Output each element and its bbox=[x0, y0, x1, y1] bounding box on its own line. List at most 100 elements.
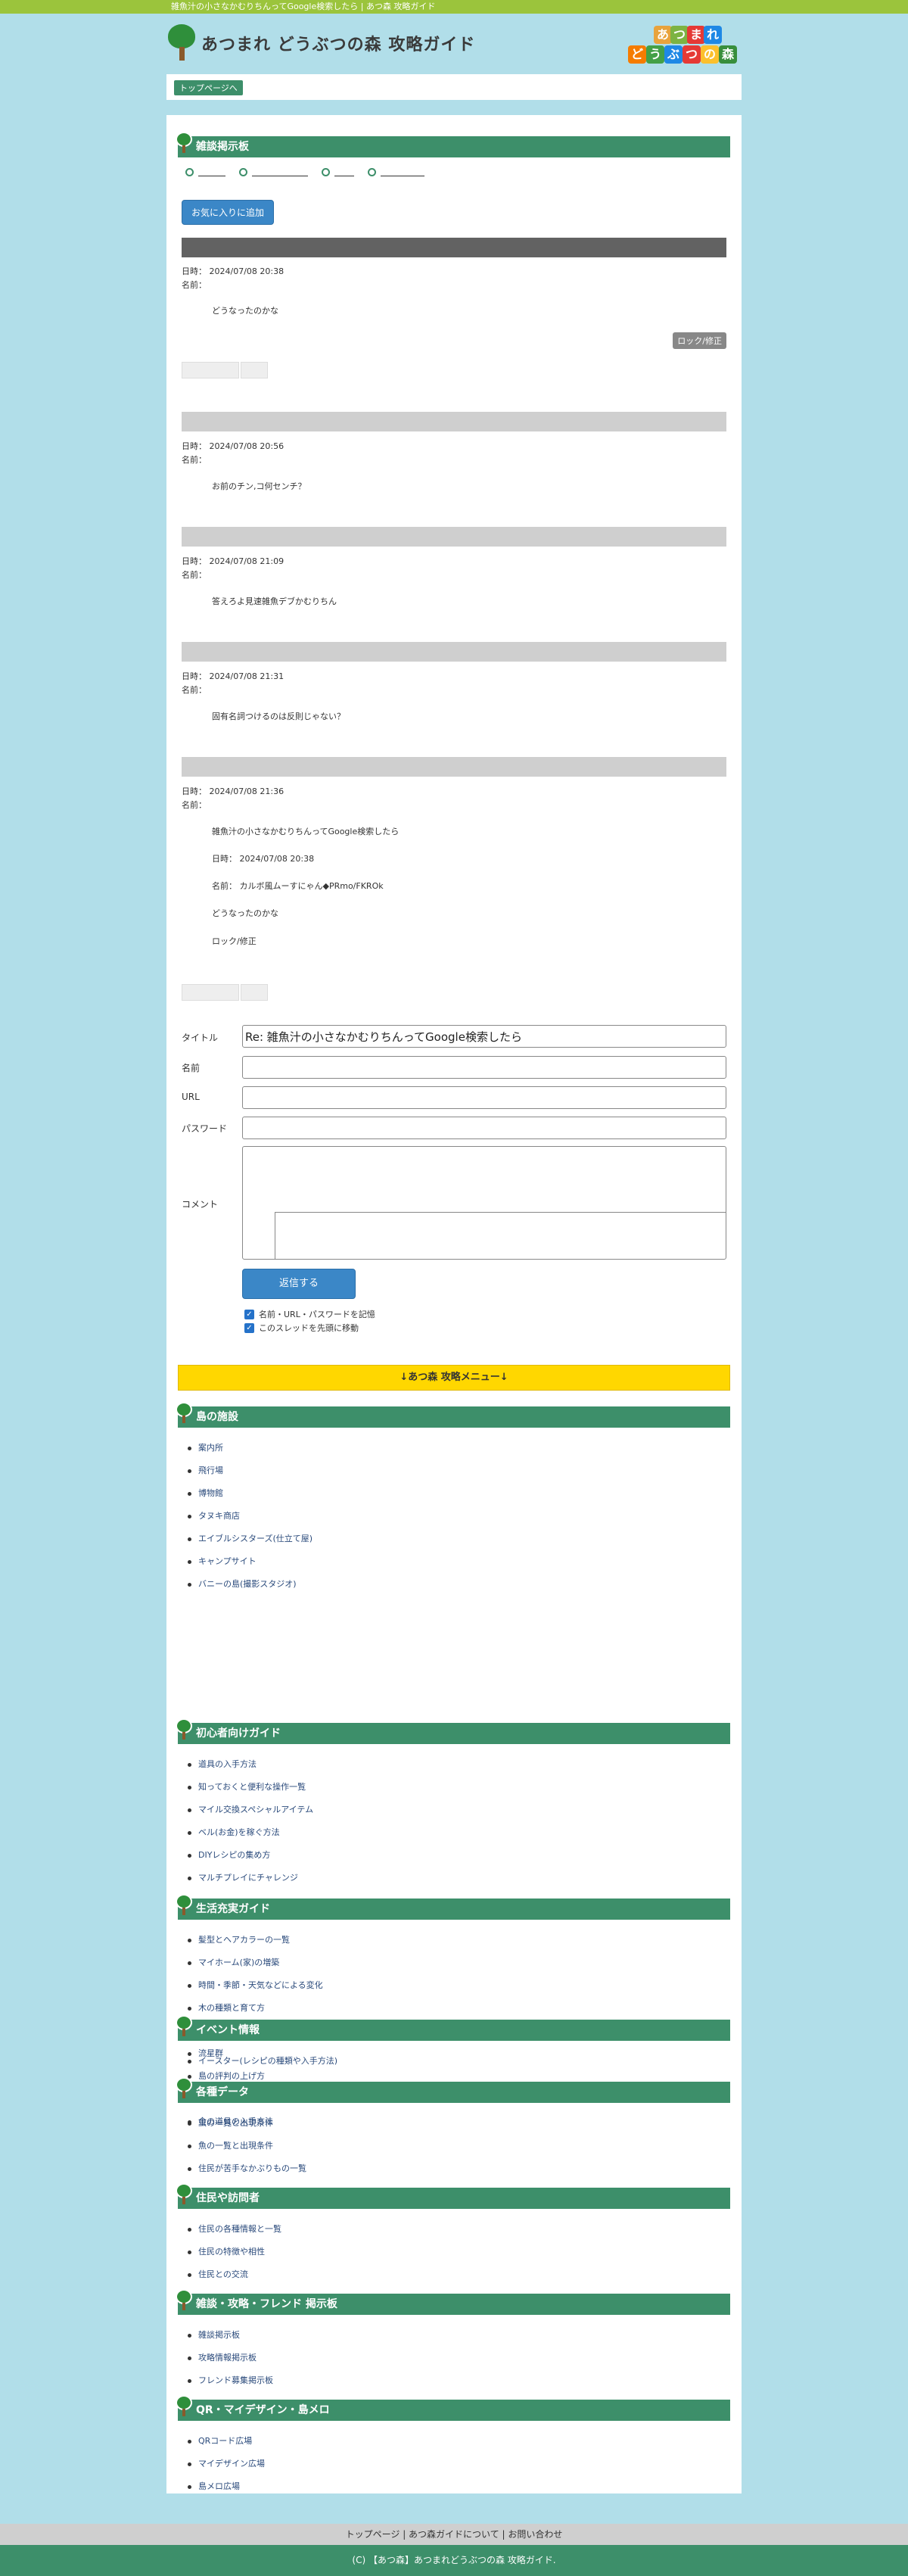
post-body: お前のチン,コ何センチ？ bbox=[212, 481, 306, 491]
title-input[interactable]: Re: 雑魚汁の小さなかむりちんってGoogle検索したら bbox=[242, 1025, 726, 1048]
nav-item[interactable]: 島メロ広場 bbox=[188, 2475, 265, 2498]
nav-section-title: 生活充実ガイド bbox=[196, 1903, 270, 1915]
nav-item-label: 知っておくと便利な操作一覧 bbox=[198, 1782, 306, 1792]
post-header-bar bbox=[182, 757, 726, 777]
nav-item-label: 時間・季節・天気などによる変化 bbox=[198, 1980, 323, 1990]
submit-button[interactable]: 返信する bbox=[242, 1269, 356, 1299]
post-name: 名前： bbox=[182, 685, 207, 695]
nav-item[interactable]: エイブルシスターズ(仕立て屋) bbox=[188, 1528, 313, 1550]
nav-item[interactable]: 攻略情報掲示板 bbox=[188, 2347, 273, 2369]
bullet-icon bbox=[188, 1938, 191, 1942]
nav-item[interactable]: 魚の一覧と出現条件 bbox=[188, 2135, 306, 2157]
nav-item[interactable]: タヌキ商店 bbox=[188, 1505, 313, 1528]
nav-item[interactable]: 飛行場 bbox=[188, 1459, 313, 1482]
url-input[interactable] bbox=[242, 1086, 726, 1109]
bullet-icon bbox=[188, 2356, 191, 2360]
comment-textarea[interactable] bbox=[242, 1146, 726, 1260]
quoted-lock: ロック/修正 bbox=[212, 936, 257, 946]
pager-button[interactable] bbox=[241, 362, 268, 378]
nav-item-label: イースター(レシピの種類や入手方法) bbox=[198, 2056, 338, 2066]
nav-item[interactable]: マイル交換スペシャルアイテム bbox=[188, 1799, 313, 1821]
site-header: あつまれ どうぶつの森 攻略ガイド あつまれどうぶつの森 bbox=[166, 17, 742, 70]
bullet-icon bbox=[188, 1491, 191, 1496]
tree-icon bbox=[175, 2395, 193, 2418]
top-bar-title: 雑魚汁の小さなかむりちんってGoogle検索したら | あつ森 攻略ガイド bbox=[171, 2, 436, 11]
nav-item[interactable]: 木の種類と育て方 bbox=[188, 1997, 331, 2020]
nav-item-label: マイル交換スペシャルアイテム bbox=[198, 1805, 314, 1814]
check-icon: ✓ bbox=[244, 1322, 254, 1333]
nav-item-label: マルチプレイにチャレンジ bbox=[198, 1873, 298, 1883]
site-logo[interactable]: あつまれ どうぶつの森 攻略ガイド bbox=[166, 24, 475, 62]
nav-item-label: 飛行場 bbox=[198, 1466, 223, 1475]
nav-item-label: マイデザイン広場 bbox=[198, 2459, 265, 2469]
nav-item[interactable]: イースター(レシピの種類や入手方法) bbox=[188, 2050, 337, 2073]
breadcrumb-top-link[interactable]: トップページへ bbox=[174, 80, 243, 95]
nav-item-label: 住民の各種情報と一覧 bbox=[198, 2224, 281, 2234]
nav-item[interactable]: ベル(お金)を稼ぐ方法 bbox=[188, 1821, 313, 1844]
bullet-icon bbox=[188, 1559, 191, 1564]
name-input[interactable] bbox=[242, 1056, 726, 1079]
brand-tile: れ bbox=[704, 26, 722, 44]
nav-item[interactable]: QRコード広場 bbox=[188, 2430, 265, 2453]
nav-item[interactable]: バニーの島(撮影スタジオ) bbox=[188, 1573, 313, 1596]
brand-tile: つ bbox=[670, 26, 689, 44]
remember-checkbox[interactable]: ✓ 名前・URL・パスワードを記憶 bbox=[244, 1308, 375, 1320]
name-label: 名前 bbox=[182, 1063, 201, 1073]
bullet-icon bbox=[188, 2250, 191, 2254]
tab-link-4[interactable] bbox=[368, 168, 424, 176]
nav-item[interactable]: 髪型とヘアカラーの一覧 bbox=[188, 1929, 331, 1951]
nav-section-header: 住民や訪問者 bbox=[176, 2183, 730, 2209]
nav-item[interactable]: マイホーム(家)の増築 bbox=[188, 1951, 331, 1974]
nav-item[interactable]: マルチプレイにチャレンジ bbox=[188, 1867, 313, 1889]
footer-links[interactable]: トップページ | あつ森ガイドについて | お問い合わせ bbox=[0, 2524, 908, 2545]
tab-link-2[interactable] bbox=[239, 168, 308, 176]
password-input[interactable] bbox=[242, 1117, 726, 1139]
post-meta: 日時： 2024/07/08 20:38 名前： bbox=[182, 265, 284, 292]
nav-item[interactable]: 住民が苦手なかぶりもの一覧 bbox=[188, 2157, 306, 2180]
nav-item[interactable]: フレンド募集掲示板 bbox=[188, 2369, 273, 2392]
bullet-icon bbox=[188, 2227, 191, 2232]
nav-section-header: 初心者向けガイド bbox=[176, 1718, 730, 1744]
nav-item[interactable]: キャンプサイト bbox=[188, 1550, 313, 1573]
comment-label: コメント bbox=[182, 1199, 219, 1210]
nav-item[interactable]: 道具の入手方法 bbox=[188, 1753, 313, 1776]
nav-item-label: キャンプサイト bbox=[198, 1556, 257, 1566]
nav-item[interactable]: 時間・季節・天気などによる変化 bbox=[188, 1974, 331, 1997]
post-date: 日時： 2024/07/08 20:38 bbox=[182, 266, 285, 276]
nav-item[interactable]: マイデザイン広場 bbox=[188, 2453, 265, 2475]
nav-item[interactable]: 博物館 bbox=[188, 1482, 313, 1505]
nav-item[interactable]: 住民との交流 bbox=[188, 2263, 281, 2286]
post-meta: 日時： 2024/07/08 21:31 名前： bbox=[182, 670, 284, 697]
bullet-icon bbox=[188, 1446, 191, 1450]
post-name: 名前： bbox=[182, 455, 207, 465]
bullet-icon bbox=[188, 1876, 191, 1880]
pager-button[interactable] bbox=[241, 984, 268, 1001]
tab-link-1[interactable] bbox=[185, 168, 225, 176]
nav-section-title: 各種データ bbox=[196, 2086, 249, 2098]
password-label: パスワード bbox=[182, 1123, 228, 1134]
tab-link-3[interactable] bbox=[322, 168, 354, 176]
nav-item[interactable]: 雑談掲示板 bbox=[188, 2324, 273, 2347]
move-top-checkbox[interactable]: ✓ このスレッドを先頭に移動 bbox=[244, 1322, 359, 1334]
nav-item-label: 木の種類と育て方 bbox=[198, 2003, 265, 2013]
nav-item[interactable]: 虫の一覧と出現条件 bbox=[188, 2112, 306, 2135]
tree-icon bbox=[175, 132, 193, 154]
nav-section-title: 島の施設 bbox=[196, 1411, 238, 1423]
pager-button[interactable] bbox=[182, 984, 239, 1001]
nav-item[interactable]: 案内所 bbox=[188, 1437, 313, 1459]
post-header-bar bbox=[182, 238, 726, 257]
nav-item-label: 博物館 bbox=[198, 1488, 223, 1498]
bullet-icon bbox=[188, 1514, 191, 1519]
pager-button[interactable] bbox=[182, 362, 239, 378]
nav-item[interactable]: 住民の特徴や相性 bbox=[188, 2241, 281, 2263]
tree-icon bbox=[166, 24, 197, 62]
url-label: URL bbox=[182, 1092, 200, 1102]
post-header-bar bbox=[182, 412, 726, 431]
nav-item[interactable]: 住民の各種情報と一覧 bbox=[188, 2218, 281, 2241]
nav-item[interactable]: DIYレシピの集め方 bbox=[188, 1844, 313, 1867]
lock-edit-button[interactable]: ロック/修正 bbox=[673, 332, 726, 349]
nav-item-label: バニーの島(撮影スタジオ) bbox=[198, 1579, 297, 1589]
add-favorite-button[interactable]: お気に入りに追加 bbox=[182, 200, 275, 225]
nav-item-label: 虫の一覧と出現条件 bbox=[198, 2118, 273, 2128]
nav-item[interactable]: 知っておくと便利な操作一覧 bbox=[188, 1776, 313, 1799]
